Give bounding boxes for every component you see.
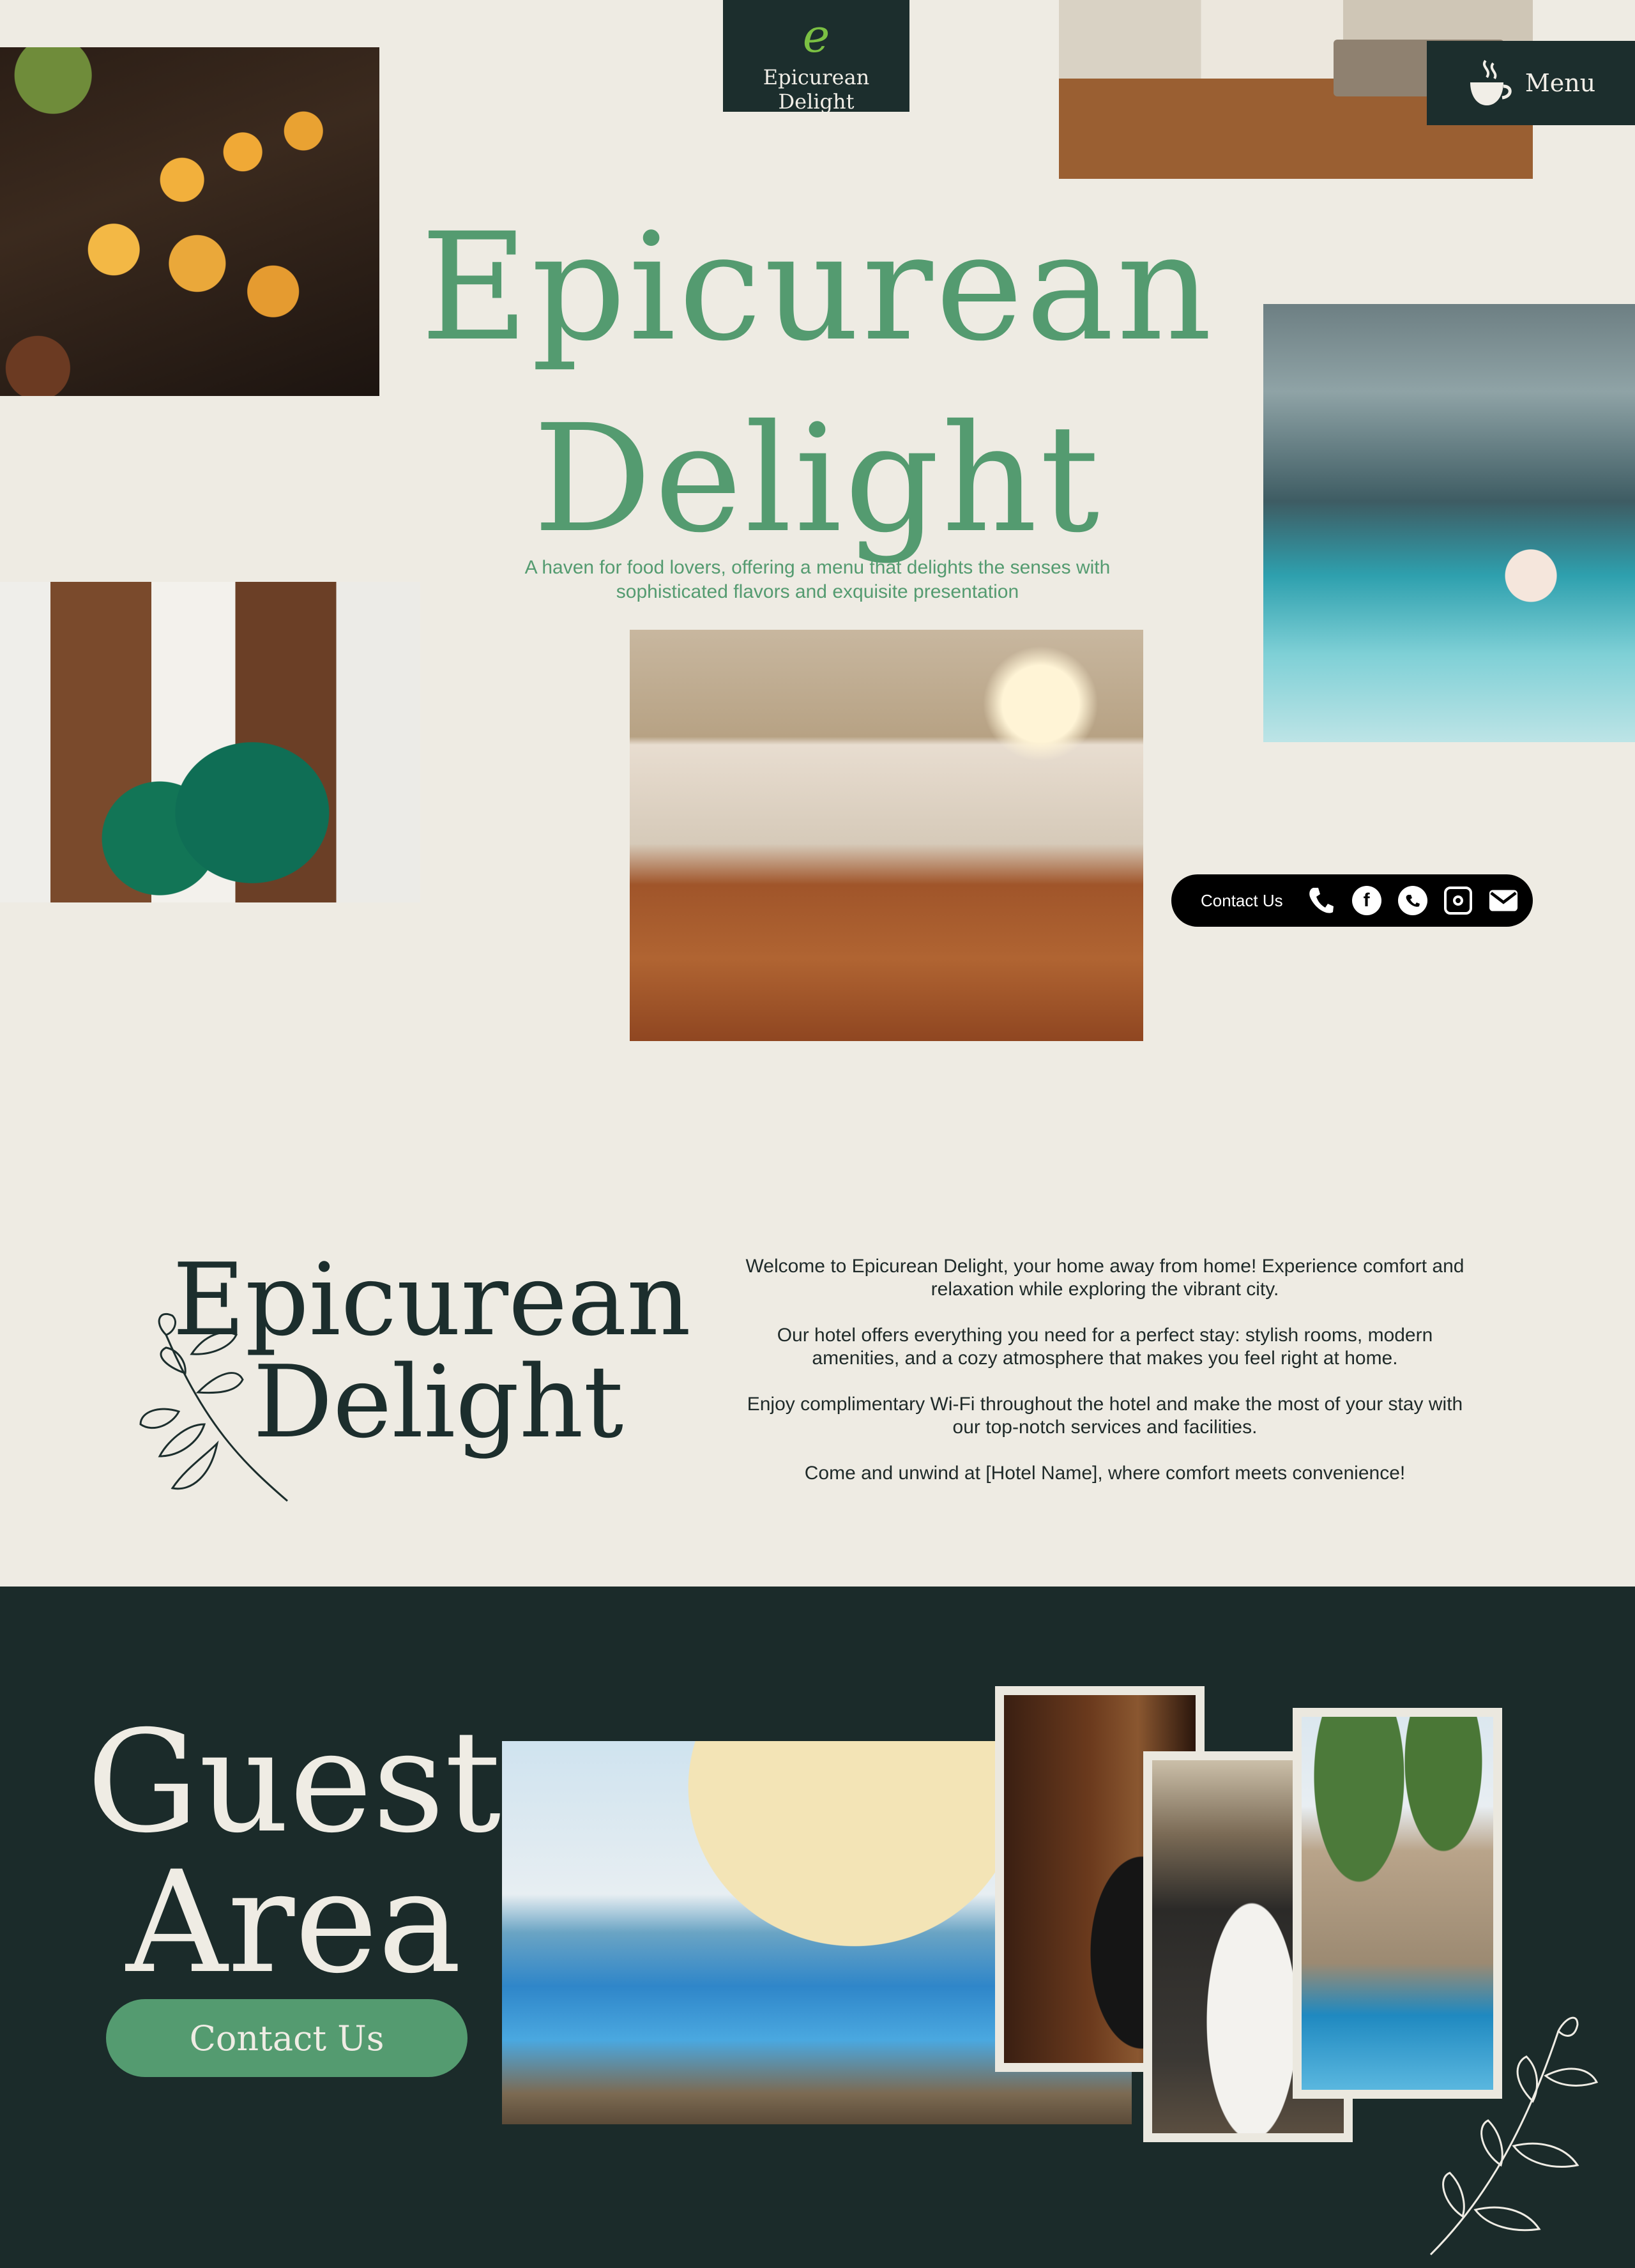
leaf-sprig-decoration (1429, 2016, 1599, 2256)
pastry-buffet-photo (0, 47, 379, 396)
about-title-line-2: Delight (253, 1344, 624, 1460)
dining-hall-photo (630, 630, 1143, 1041)
about-paragraph: Our hotel offers everything you need for… (777, 1325, 1433, 1369)
hero-title-line-1: Epicurean (420, 201, 1215, 374)
about-paragraph: Come and unwind at [Hotel Name], where c… (804, 1463, 1406, 1484)
guest-contact-button[interactable]: Contact Us (106, 1999, 468, 2077)
contact-bar: Contact Us f (1171, 874, 1533, 927)
about-title-line-1: Epicurean (172, 1242, 691, 1358)
instagram-icon[interactable] (1443, 887, 1472, 915)
phone-icon[interactable] (1306, 886, 1335, 915)
brand-logo[interactable]: e Epicurean Delight (723, 0, 909, 114)
hero-subtitle: A haven for food lovers, offering a menu… (524, 557, 1111, 602)
guest-title-line-2: Area (126, 1841, 462, 2004)
guest-area-title: Guest Area (77, 1712, 511, 1993)
whatsapp-icon[interactable] (1397, 886, 1427, 915)
about-description: Welcome to Epicurean Delight, your home … (741, 1255, 1469, 1508)
brand-name: Epicurean Delight (763, 65, 870, 114)
menu-button[interactable]: Menu (1427, 41, 1635, 125)
mail-icon[interactable] (1489, 886, 1518, 915)
hero-title: Epicurean Delight (370, 192, 1265, 575)
hotel-lobby-photo (0, 582, 420, 902)
coffee-cup-icon (1470, 59, 1512, 105)
logo-mark-icon: e (802, 9, 830, 63)
spa-pool-photo (1263, 304, 1635, 742)
about-logo-title: Epicurean Delight (172, 1242, 691, 1460)
hero-title-line-2: Delight (533, 393, 1102, 565)
about-paragraph: Enjoy complimentary Wi-Fi throughout the… (747, 1394, 1463, 1438)
about-paragraph: Welcome to Epicurean Delight, your home … (745, 1256, 1464, 1300)
guest-title-line-1: Guest (86, 1700, 501, 1864)
facebook-icon[interactable]: f (1351, 886, 1381, 915)
contact-bar-label: Contact Us (1201, 890, 1283, 910)
menu-label: Menu (1525, 69, 1596, 97)
